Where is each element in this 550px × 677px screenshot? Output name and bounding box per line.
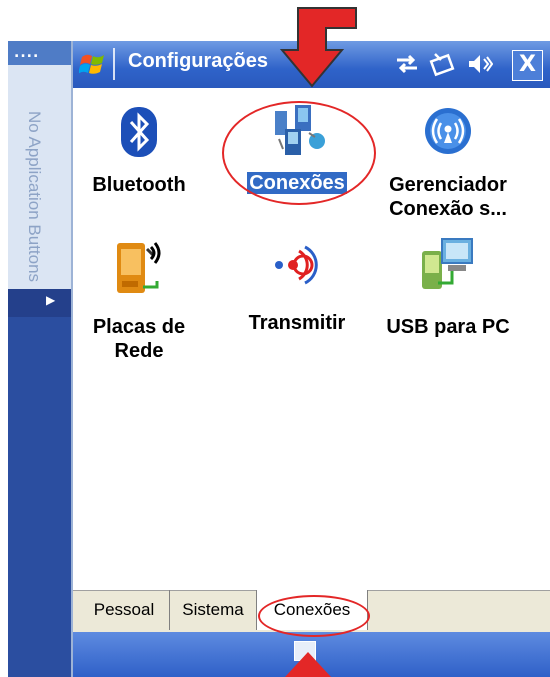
wireless-manager-label-1: Gerenciador (389, 174, 507, 196)
close-button[interactable]: X (512, 50, 543, 81)
usb-to-pc-icon (422, 238, 473, 289)
network-cards-label-2: Rede (114, 340, 164, 362)
bluetooth-icon (121, 107, 157, 157)
wireless-manager-icon (425, 108, 471, 154)
sidebar-expand-button[interactable]: ▶ (8, 289, 71, 317)
network-cards-label-1: Placas de (92, 316, 186, 338)
application-buttons-bar: .... No Application Buttons ▶ (8, 41, 73, 677)
beam-label: Transmitir (248, 312, 346, 334)
highlight-ellipse-tab (258, 595, 370, 637)
tab-pessoal[interactable]: Pessoal (79, 590, 170, 630)
bluetooth-item[interactable]: Bluetooth (74, 107, 204, 197)
network-cards-item[interactable]: Placas de Rede (74, 237, 204, 363)
wireless-manager-label-2: Conexão s... (389, 198, 507, 220)
annotation-arrow-down-icon (279, 7, 357, 88)
beam-item[interactable]: Transmitir (232, 243, 362, 335)
highlight-ellipse-connections (222, 101, 376, 205)
bluetooth-label: Bluetooth (92, 174, 186, 196)
battery-icon[interactable] (429, 50, 457, 78)
usb-to-pc-label: USB para PC (386, 316, 510, 338)
sidebar-lower-panel (8, 289, 71, 677)
network-cards-icon (117, 242, 161, 293)
annotation-arrow-up-icon (285, 652, 331, 677)
usb-to-pc-item[interactable]: USB para PC (383, 237, 513, 339)
tab-sistema[interactable]: Sistema (170, 590, 257, 630)
no-application-buttons-label: No Application Buttons (25, 111, 44, 283)
title-separator (113, 48, 115, 80)
beam-icon (275, 245, 318, 285)
sidebar-header: .... (8, 41, 71, 65)
page-title: Configurações (128, 50, 269, 72)
grip-icon[interactable]: .... (14, 45, 39, 61)
volume-icon[interactable] (465, 50, 493, 78)
wireless-manager-item[interactable]: Gerenciador Conexão s... (383, 107, 513, 221)
connectivity-icon[interactable] (393, 50, 421, 78)
expand-arrow-icon: ▶ (46, 293, 56, 307)
windows-flag-icon[interactable] (79, 51, 107, 77)
